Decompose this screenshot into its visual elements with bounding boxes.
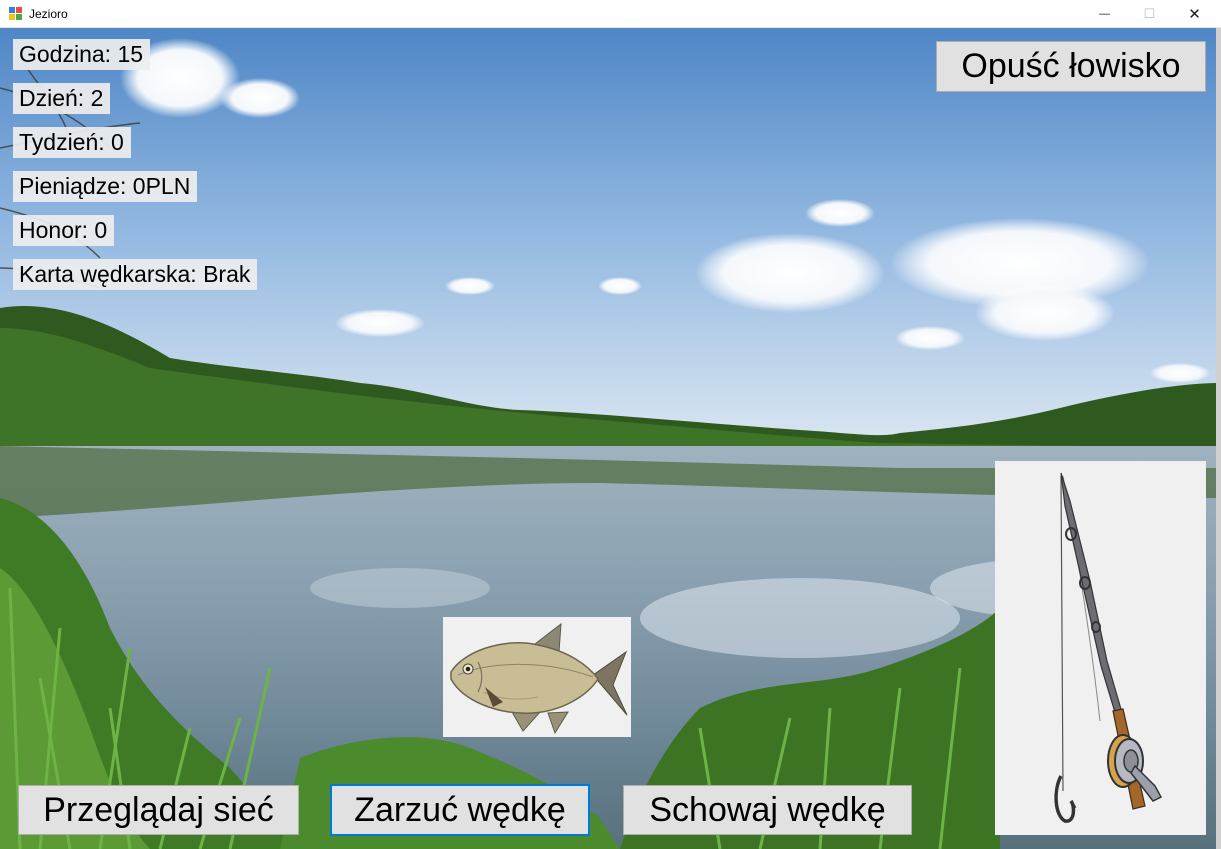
- window-border: [1216, 28, 1221, 849]
- minimize-icon: —: [1099, 8, 1110, 20]
- fishing-rod-picture[interactable]: [995, 461, 1206, 835]
- fishing-rod-icon: [1054, 472, 1163, 823]
- minimize-button[interactable]: —: [1082, 0, 1127, 28]
- money-label: Pieniądze: 0PLN: [13, 171, 198, 202]
- cast-rod-button[interactable]: Zarzuć wędkę: [330, 784, 590, 836]
- hide-rod-button[interactable]: Schowaj wędkę: [623, 785, 912, 835]
- honor-label: Honor: 0: [13, 215, 115, 246]
- fishing-card-label: Karta wędkarska: Brak: [13, 259, 258, 290]
- form-client-area: Godzina: 15 Dzień: 2 Tydzień: 0 Pieniądz…: [0, 28, 1221, 849]
- maximize-button: ☐: [1127, 0, 1172, 28]
- week-label: Tydzień: 0: [13, 127, 131, 158]
- window-title: Jezioro: [29, 7, 68, 21]
- browse-net-button[interactable]: Przeglądaj sieć: [18, 785, 299, 835]
- leave-fishery-button[interactable]: Opuść łowisko: [936, 41, 1206, 92]
- hour-label: Godzina: 15: [13, 39, 151, 70]
- bream-fish-icon: [450, 622, 628, 735]
- close-icon: ✕: [1188, 6, 1201, 23]
- close-button[interactable]: ✕: [1172, 0, 1217, 28]
- title-bar: Jezioro — ☐ ✕: [0, 0, 1221, 28]
- app-icon: [9, 7, 22, 20]
- fish-picture[interactable]: [443, 617, 631, 737]
- maximize-icon: ☐: [1143, 6, 1156, 21]
- day-label: Dzień: 2: [13, 83, 111, 114]
